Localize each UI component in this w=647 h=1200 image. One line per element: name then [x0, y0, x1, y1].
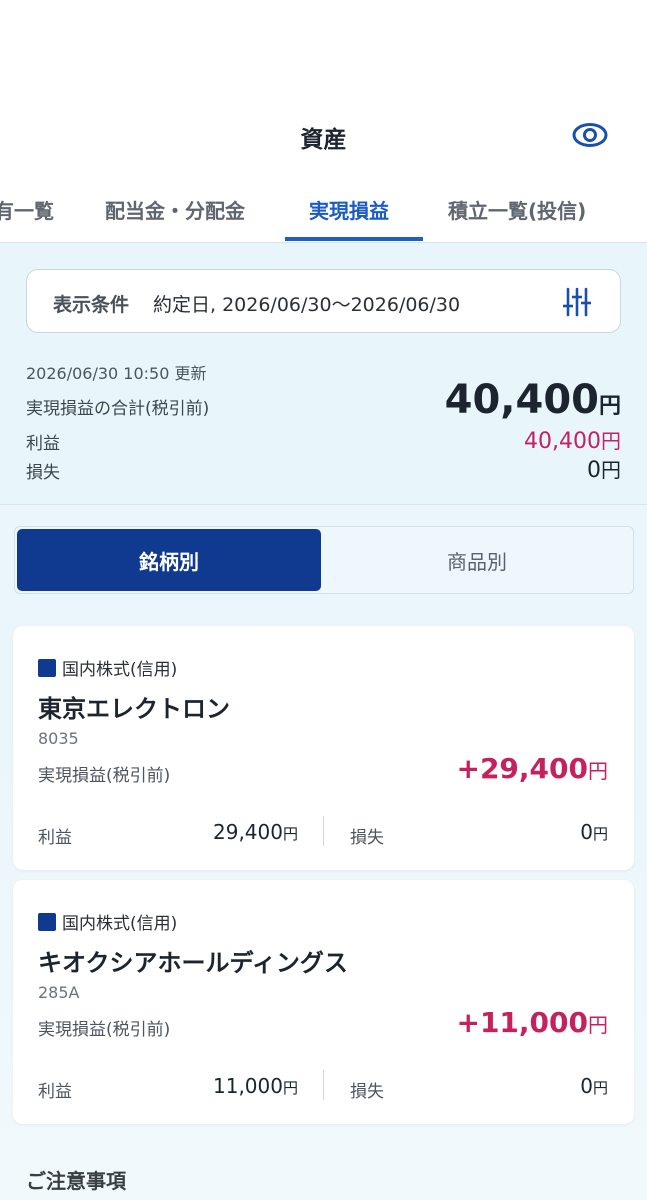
filter-label: 表示条件	[53, 294, 130, 316]
category-label: 国内株式(信用)	[38, 909, 177, 934]
loss-label: 損失	[26, 463, 60, 483]
top-bar: 資産	[0, 0, 647, 175]
filter-condition-button[interactable]: 表示条件 約定日, 2026/06/30〜2026/06/30	[26, 269, 621, 333]
stock-code: 8035	[38, 729, 79, 748]
realized-pl-value: +11,000円	[456, 1006, 608, 1039]
content-area: 表示条件 約定日, 2026/06/30〜2026/06/30 2026/06/…	[0, 243, 647, 1200]
loss-label: 損失	[350, 828, 384, 848]
active-tab-indicator	[285, 237, 423, 241]
realized-pl-label: 実現損益(税引前)	[38, 766, 171, 786]
summary-section: 表示条件 約定日, 2026/06/30〜2026/06/30 2026/06/…	[0, 243, 647, 505]
profit-label: 利益	[38, 1082, 72, 1102]
loss-label: 損失	[350, 1082, 384, 1102]
stock-name: 東京エレクトロン	[38, 695, 230, 723]
segment-by-product[interactable]: 商品別	[323, 529, 631, 591]
eye-icon[interactable]	[570, 118, 610, 152]
updated-timestamp: 2026/06/30 10:50 更新	[26, 364, 207, 383]
filter-value: 約定日, 2026/06/30〜2026/06/30	[153, 294, 461, 316]
profit-value: 40,400円	[524, 429, 621, 454]
tab-accumulation-list[interactable]: 積立一覧(投信)	[448, 195, 586, 224]
stock-card[interactable]: 国内株式(信用) 東京エレクトロン 8035 実現損益(税引前) +29,400…	[13, 626, 634, 870]
category-label: 国内株式(信用)	[38, 655, 177, 680]
page-title: 資産	[300, 127, 347, 153]
tab-holdings-list[interactable]: 有一覧	[0, 195, 54, 224]
stock-card[interactable]: 国内株式(信用) キオクシアホールディングス 285A 実現損益(税引前) +1…	[13, 880, 634, 1124]
category-square-icon	[38, 658, 56, 677]
stock-name: キオクシアホールディングス	[38, 949, 348, 977]
profit-value: 29,400円	[213, 820, 298, 844]
divider	[323, 1070, 324, 1100]
loss-value: 0円	[580, 820, 608, 844]
total-pl-label: 実現損益の合計(税引前)	[26, 399, 210, 419]
category-square-icon	[38, 912, 56, 931]
tab-bar: 有一覧 配当金・分配金 実現損益 積立一覧(投信)	[0, 175, 647, 243]
loss-value: 0円	[587, 458, 621, 483]
realized-pl-label: 実現損益(税引前)	[38, 1020, 171, 1040]
segment-by-stock[interactable]: 銘柄別	[17, 529, 321, 591]
view-segmented-control: 銘柄別 商品別	[14, 526, 634, 594]
total-pl-value: 40,400円	[444, 377, 621, 423]
realized-pl-value: +29,400円	[456, 752, 608, 785]
profit-value: 11,000円	[213, 1074, 298, 1098]
sliders-icon	[561, 286, 593, 318]
divider	[323, 816, 324, 846]
loss-value: 0円	[580, 1074, 608, 1098]
tab-realized-pl[interactable]: 実現損益	[309, 195, 389, 224]
profit-label: 利益	[26, 434, 60, 454]
notes-heading: ご注意事項	[26, 1169, 126, 1193]
profit-label: 利益	[38, 828, 72, 848]
tab-dividends[interactable]: 配当金・分配金	[105, 195, 245, 224]
stock-code: 285A	[38, 983, 80, 1002]
